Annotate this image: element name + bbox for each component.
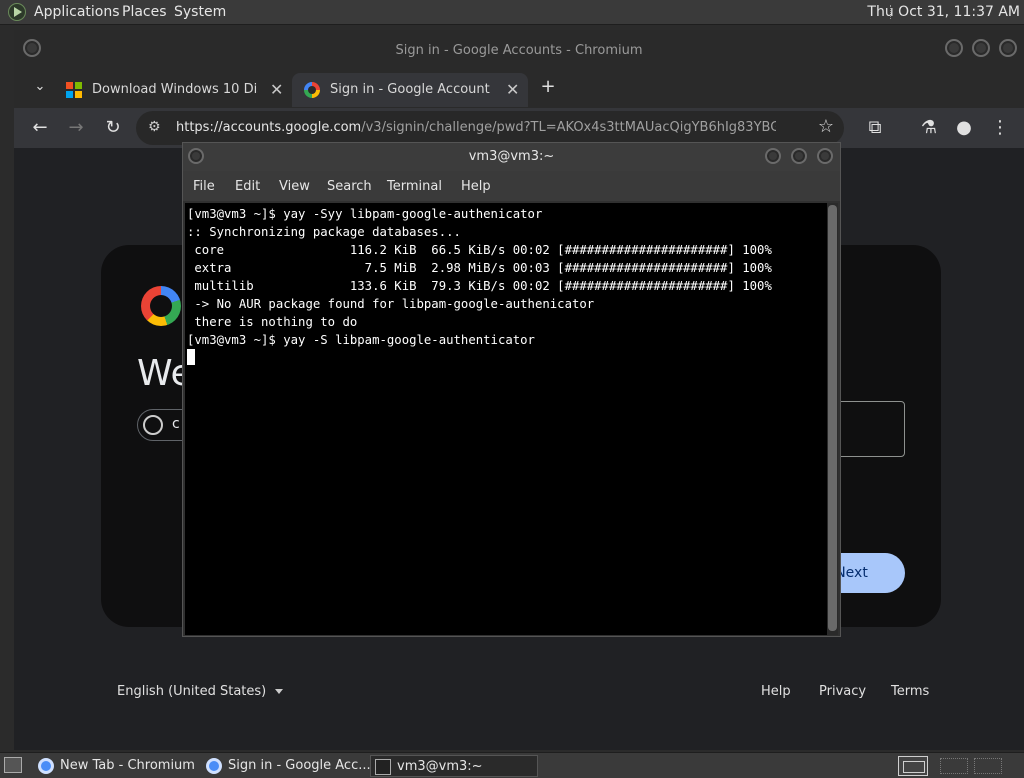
extensions-puzzle-icon[interactable]: ⧉	[863, 116, 887, 140]
tab-label: Download Windows 10 Disc I	[92, 82, 258, 97]
language-label: English (United States)	[117, 684, 267, 699]
help-link[interactable]: Help	[761, 684, 791, 699]
chromium-icon	[38, 758, 54, 774]
tab-download-windows[interactable]: Download Windows 10 Disc I ✕	[54, 73, 290, 107]
terminal-line: extra 7.5 MiB 2.98 MiB/s 00:03 [########…	[187, 261, 772, 275]
menu-help[interactable]: Help	[461, 179, 491, 194]
back-arrow-icon[interactable]: ←	[28, 116, 52, 140]
menu-edit[interactable]: Edit	[235, 179, 260, 194]
profile-avatar-icon[interactable]: ●	[952, 116, 976, 140]
terms-link[interactable]: Terms	[891, 684, 929, 699]
terminal-screen[interactable]: [vm3@vm3 ~]$ yay -Syy libpam-google-auth…	[185, 203, 827, 635]
menu-terminal[interactable]: Terminal	[387, 179, 442, 194]
menu-file[interactable]: File	[193, 179, 215, 194]
privacy-link[interactable]: Privacy	[819, 684, 866, 699]
top-panel: Applications Places System Thu Oct 31, 1…	[0, 0, 1024, 25]
google-logo-icon	[141, 286, 181, 326]
terminal-window: vm3@vm3:~ File Edit View Search Terminal…	[182, 142, 841, 637]
tab-strip: ⌄ Download Windows 10 Disc I ✕ Sign in -…	[14, 70, 1024, 108]
tab-close-icon[interactable]: ✕	[270, 80, 283, 99]
workspace-indicator[interactable]	[940, 756, 1020, 776]
labs-flask-icon[interactable]: ⚗	[917, 116, 941, 140]
account-circle-icon	[143, 415, 163, 435]
close-icon[interactable]	[817, 148, 833, 164]
address-bar[interactable]: ⚙ https://accounts.google.com/v3/signin/…	[136, 111, 844, 145]
bottom-panel: New Tab - Chromium Sign in - Google Acc.…	[0, 752, 1024, 778]
workspace-slot[interactable]	[974, 758, 1002, 774]
clock[interactable]: Thu Oct 31, 11:37 AM	[867, 4, 1020, 20]
places-menu[interactable]: Places	[122, 4, 167, 20]
terminal-line: core 116.2 KiB 66.5 KiB/s 00:02 [#######…	[187, 243, 772, 257]
close-icon[interactable]	[999, 39, 1017, 57]
show-desktop-icon[interactable]	[4, 757, 22, 773]
terminal-title: vm3@vm3:~	[468, 149, 555, 164]
terminal-line: :: Synchronizing package databases...	[187, 225, 461, 239]
workspace-slot[interactable]	[940, 758, 968, 774]
task-terminal[interactable]: vm3@vm3:~	[370, 755, 538, 777]
minimize-icon[interactable]	[765, 148, 781, 164]
language-selector[interactable]: English (United States)	[117, 684, 283, 699]
minimize-icon[interactable]	[945, 39, 963, 57]
url-path: /v3/signin/challenge/pwd?TL=AKOx4s3ttMAU…	[361, 120, 776, 135]
applications-logo-icon[interactable]	[8, 3, 26, 21]
maximize-icon[interactable]	[791, 148, 807, 164]
system-menu[interactable]: System	[174, 4, 226, 20]
menu-view[interactable]: View	[279, 179, 310, 194]
task-sign-in-google[interactable]: Sign in - Google Acc...	[202, 755, 371, 777]
terminal-line: multilib 133.6 KiB 79.3 KiB/s 00:02 [###…	[187, 279, 772, 293]
reload-icon[interactable]: ↻	[101, 116, 125, 140]
chromium-titlebar[interactable]: Sign in - Google Accounts - Chromium	[14, 30, 1024, 70]
tab-label: Sign in - Google Accounts	[330, 82, 490, 97]
scrollbar-thumb[interactable]	[828, 205, 837, 631]
task-label: vm3@vm3:~	[397, 759, 483, 774]
chromium-icon	[206, 758, 222, 774]
menu-kebab-icon[interactable]: ⋮	[988, 116, 1012, 140]
bookmark-star-icon[interactable]: ☆	[818, 116, 834, 137]
task-label: New Tab - Chromium	[60, 758, 195, 773]
terminal-line: [vm3@vm3 ~]$ yay -Syy libpam-google-auth…	[187, 207, 543, 221]
new-tab-plus-icon[interactable]: +	[536, 75, 560, 99]
url-domain: https://accounts.google.com	[176, 120, 362, 135]
task-label: Sign in - Google Acc...	[228, 758, 371, 773]
terminal-output: [vm3@vm3 ~]$ yay -Syy libpam-google-auth…	[187, 205, 772, 349]
terminal-titlebar[interactable]: vm3@vm3:~	[183, 143, 840, 171]
task-new-tab-chromium[interactable]: New Tab - Chromium	[34, 755, 198, 777]
workspace-switcher-icon[interactable]	[898, 756, 928, 776]
terminal-menubar: File Edit View Search Terminal Help	[183, 171, 840, 201]
terminal-scrollbar[interactable]	[827, 203, 838, 635]
url-text[interactable]: https://accounts.google.com/v3/signin/ch…	[176, 120, 776, 135]
forward-arrow-icon[interactable]: →	[64, 116, 88, 140]
applications-menu[interactable]: Applications	[34, 4, 120, 20]
tab-search-chevron-icon[interactable]: ⌄	[28, 75, 52, 99]
windows-logo-icon	[66, 82, 82, 98]
terminal-icon	[375, 759, 391, 775]
site-info-icon[interactable]: ⚙	[148, 119, 161, 135]
menu-search[interactable]: Search	[327, 179, 372, 194]
google-g-icon	[304, 82, 320, 98]
tab-close-icon[interactable]: ✕	[506, 80, 519, 99]
dropdown-caret-icon	[275, 689, 283, 694]
terminal-line: -> No AUR package found for libpam-googl…	[187, 297, 595, 311]
window-title: Sign in - Google Accounts - Chromium	[395, 43, 643, 58]
maximize-icon[interactable]	[972, 39, 990, 57]
account-chip-text: c	[172, 416, 180, 432]
terminal-line: there is nothing to do	[187, 315, 358, 329]
terminal-line: [vm3@vm3 ~]$ yay -S libpam-google-authen…	[187, 333, 535, 347]
tab-sign-in[interactable]: Sign in - Google Accounts ✕	[292, 73, 528, 107]
terminal-cursor	[187, 349, 195, 365]
